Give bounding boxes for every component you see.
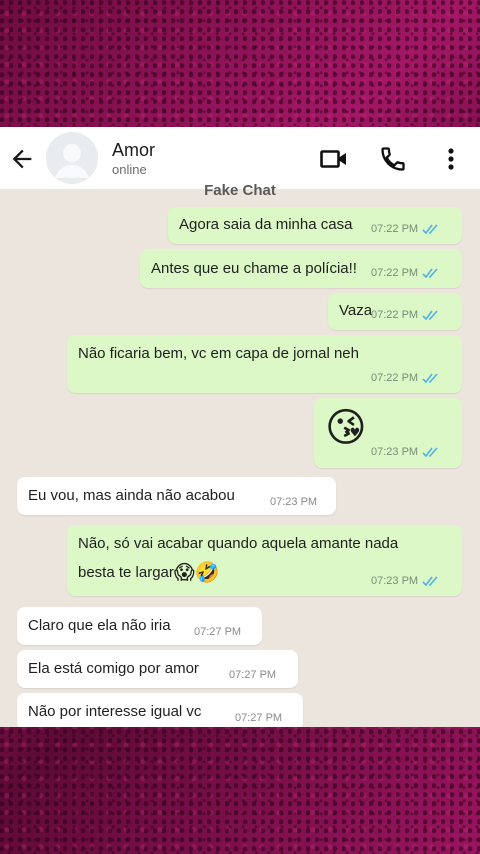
double-check-icon xyxy=(422,447,438,457)
message-time: 07:22 PM xyxy=(371,267,440,279)
message-time: 07:22 PM xyxy=(371,309,440,321)
message-bubble[interactable]: Não por interesse igual vc 07:27 PM xyxy=(17,693,303,727)
double-check-icon xyxy=(422,373,438,383)
message-time: 07:23 PM xyxy=(371,446,440,458)
message-time-text: 07:22 PM xyxy=(371,309,419,321)
message-text: Não ficaria bem, vc em capa de jornal ne… xyxy=(78,345,359,362)
message-emoji: 😱🤣 xyxy=(173,560,220,584)
double-check-icon xyxy=(422,310,438,320)
chat-header: Amor online xyxy=(0,127,480,190)
message-text-line-2: besta te largar😱🤣 xyxy=(78,560,220,584)
message-time: 07:22 PM xyxy=(371,372,440,384)
message-emoji: 😘 xyxy=(325,405,367,451)
message-bubble[interactable]: Não ficaria bem, vc em capa de jornal ne… xyxy=(67,335,462,393)
message-bubble[interactable]: Antes que eu chame a polícia!! 07:22 PM xyxy=(140,249,462,288)
double-check-icon xyxy=(422,576,438,586)
contact-name[interactable]: Amor xyxy=(112,140,155,161)
message-text-line-1: Não, só vai acabar quando aquela amante … xyxy=(78,535,399,552)
message-time-text: 07:23 PM xyxy=(371,446,419,458)
avatar-placeholder-icon xyxy=(46,132,98,184)
more-options-icon[interactable] xyxy=(437,145,465,173)
message-bubble[interactable]: Eu vou, mas ainda não acabou 07:23 PM xyxy=(17,477,336,515)
message-bubble[interactable]: Claro que ela não iria 07:27 PM xyxy=(17,607,262,645)
message-text: Claro que ela não iria xyxy=(28,617,171,634)
message-time: 07:22 PM xyxy=(371,223,440,235)
contact-status: online xyxy=(112,162,147,177)
message-time-text: 07:22 PM xyxy=(371,267,419,279)
message-time: 07:27 PM xyxy=(235,712,283,724)
video-call-icon[interactable] xyxy=(320,145,348,173)
message-text: Não por interesse igual vc xyxy=(28,703,202,720)
fake-chat-label: Fake Chat xyxy=(204,182,276,199)
double-check-icon xyxy=(422,224,438,234)
message-bubble[interactable]: 😘 07:23 PM xyxy=(314,398,462,468)
message-time: 07:27 PM xyxy=(194,626,242,638)
message-time: 07:23 PM xyxy=(371,575,440,587)
message-time: 07:27 PM xyxy=(229,669,277,681)
message-text: Eu vou, mas ainda não acabou xyxy=(28,487,235,504)
message-bubble[interactable]: Não, só vai acabar quando aquela amante … xyxy=(67,525,462,596)
avatar[interactable] xyxy=(46,132,98,184)
double-check-icon xyxy=(422,268,438,278)
message-bubble[interactable]: Ela está comigo por amor 07:27 PM xyxy=(17,650,298,688)
message-time: 07:23 PM xyxy=(270,496,318,508)
message-text: Vaza xyxy=(339,302,373,319)
back-arrow-icon[interactable] xyxy=(8,145,36,173)
message-time-text: 07:23 PM xyxy=(371,575,419,587)
message-bubble[interactable]: Agora saia da minha casa 07:22 PM xyxy=(168,207,462,244)
message-text: Ela está comigo por amor xyxy=(28,660,199,677)
message-text-line-2-text: besta te largar xyxy=(78,564,174,581)
message-time-text: 07:22 PM xyxy=(371,223,419,235)
chat-screen: Amor online Fake Chat Agora saia da minh… xyxy=(0,127,480,727)
message-bubble[interactable]: Vaza 07:22 PM xyxy=(328,293,462,330)
message-text: Antes que eu chame a polícia!! xyxy=(151,260,357,277)
phone-icon[interactable] xyxy=(379,145,407,173)
message-text: Agora saia da minha casa xyxy=(179,216,353,233)
message-time-text: 07:22 PM xyxy=(371,372,419,384)
